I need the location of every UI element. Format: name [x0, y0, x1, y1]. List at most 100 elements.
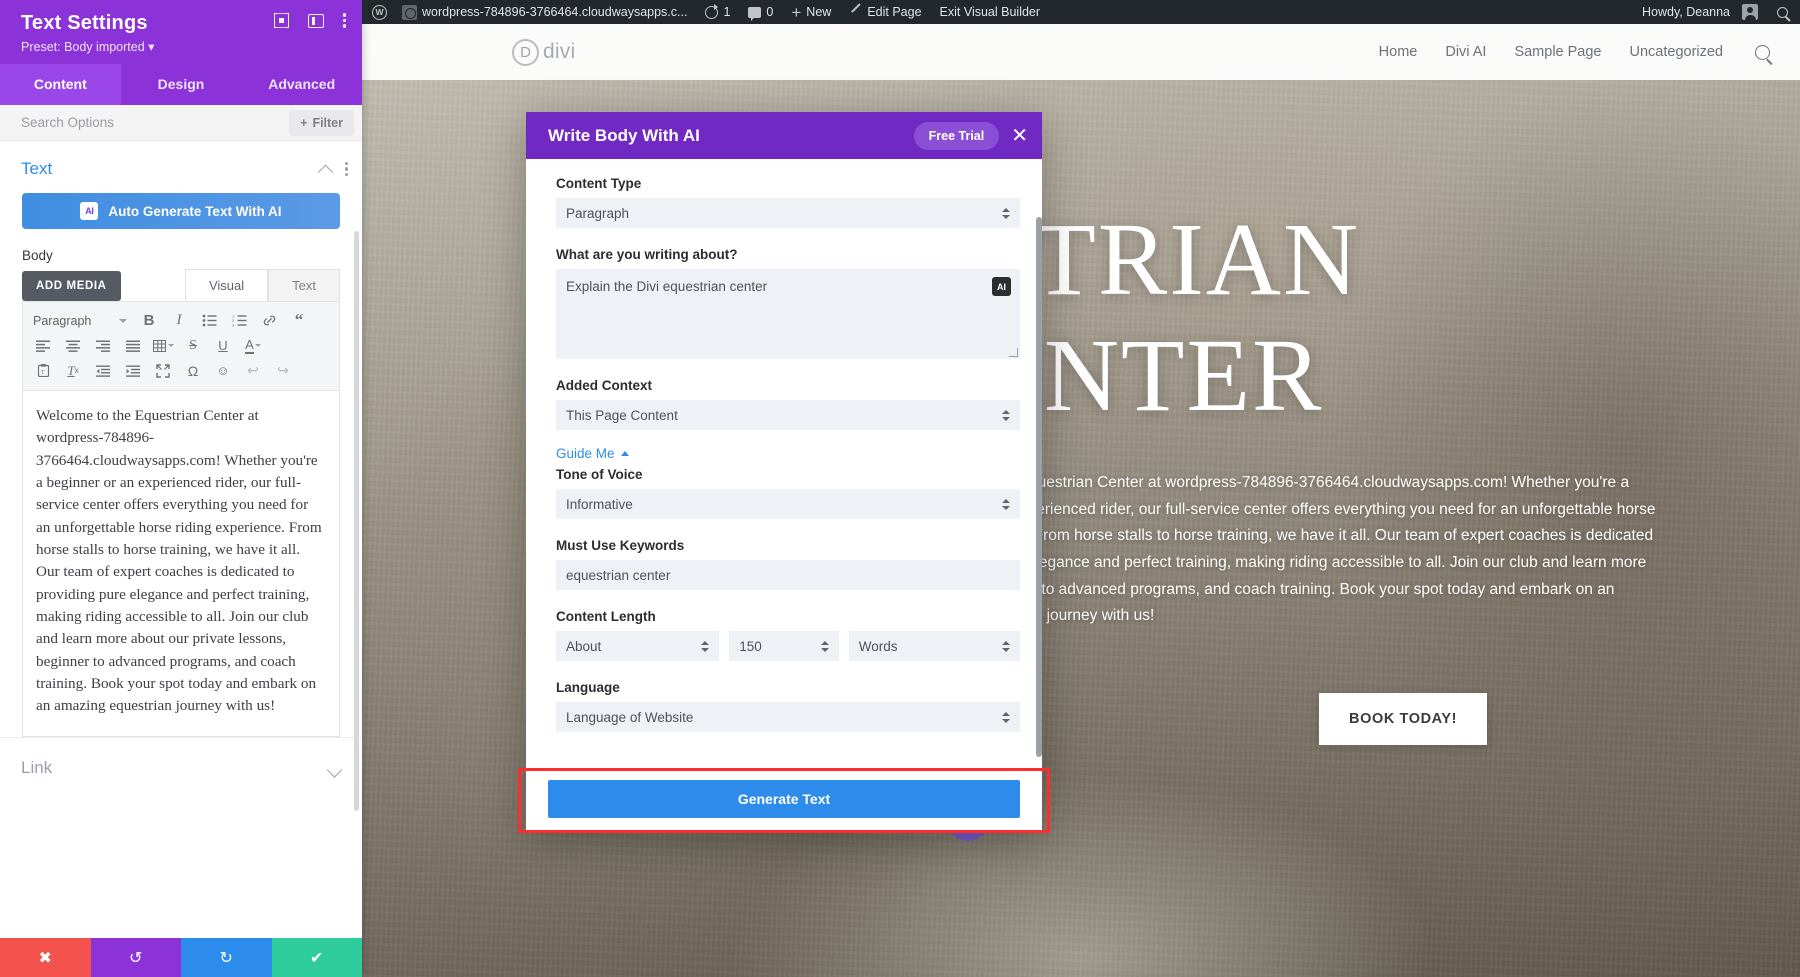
undo-button[interactable]: ↺	[91, 938, 182, 977]
panel-header: Text Settings Preset: Body imported ▾	[0, 0, 362, 64]
search-options-row[interactable]: Search Options + Filter	[0, 105, 362, 141]
chevron-down-icon: ▾	[148, 40, 154, 54]
free-trial-badge[interactable]: Free Trial	[914, 122, 1000, 150]
content-length-label: Content Length	[556, 609, 1020, 624]
link-section-header[interactable]: Link	[0, 737, 362, 800]
auto-generate-text-with-ai-button[interactable]: AI Auto Generate Text With AI	[22, 193, 340, 229]
align-left-icon[interactable]	[29, 334, 57, 358]
admin-bar-updates[interactable]: 1	[696, 0, 739, 24]
fullscreen-icon[interactable]	[149, 359, 177, 383]
save-changes-button[interactable]: ✔	[272, 938, 363, 977]
bulleted-list-icon[interactable]	[195, 309, 223, 333]
panel-header-actions[interactable]	[274, 13, 346, 28]
redo-button[interactable]: ↻	[181, 938, 272, 977]
table-icon[interactable]	[149, 334, 177, 358]
panel-footer[interactable]: ✖ ↺ ↻ ✔	[0, 938, 362, 977]
indent-icon[interactable]	[119, 359, 147, 383]
align-justify-icon[interactable]	[119, 334, 147, 358]
content-type-select[interactable]: Paragraph	[556, 198, 1020, 228]
italic-icon[interactable]: I	[165, 309, 193, 333]
tab-design[interactable]: Design	[121, 64, 242, 105]
numbered-list-icon[interactable]: 123	[225, 309, 253, 333]
added-context-select[interactable]: This Page Content	[556, 400, 1020, 430]
content-length-unit-select[interactable]: Words	[849, 631, 1020, 661]
tone-of-voice-select[interactable]: Informative	[556, 489, 1020, 519]
content-length-about-select[interactable]: About	[556, 631, 719, 661]
modal-scrollbar[interactable]	[1036, 217, 1042, 757]
text-color-icon[interactable]: A	[239, 334, 267, 358]
language-select[interactable]: Language of Website	[556, 702, 1020, 732]
special-character-icon[interactable]: Ω	[179, 359, 207, 383]
close-icon[interactable]: ✕	[1011, 126, 1028, 146]
text-section-header[interactable]: Text	[0, 141, 362, 191]
discard-changes-button[interactable]: ✖	[0, 938, 91, 977]
search-input[interactable]: Search Options	[0, 115, 289, 130]
select-arrows-icon	[1002, 208, 1010, 219]
admin-bar-exit-visual-builder[interactable]: Exit Visual Builder	[931, 0, 1050, 24]
undo-icon[interactable]: ↩	[239, 359, 267, 383]
strikethrough-icon[interactable]: S	[179, 334, 207, 358]
more-options-icon[interactable]	[343, 13, 346, 27]
panel-layout-icon[interactable]	[308, 14, 324, 28]
emoji-icon[interactable]: ☺	[209, 359, 237, 383]
panel-scrollbar[interactable]	[354, 231, 359, 811]
nav-item-sample-page[interactable]: Sample Page	[1514, 44, 1601, 60]
align-center-icon[interactable]	[59, 334, 87, 358]
nav-item-divi-ai[interactable]: Divi AI	[1445, 44, 1486, 60]
add-media-button[interactable]: ADD MEDIA	[22, 271, 121, 301]
clear-formatting-icon[interactable]: Tx	[59, 359, 87, 383]
bold-icon[interactable]: B	[135, 309, 163, 333]
ai-icon[interactable]: AI	[992, 277, 1011, 296]
admin-bar-right-group[interactable]: Howdy, Deanna	[1633, 0, 1800, 24]
tab-content[interactable]: Content	[0, 64, 121, 105]
admin-bar-search[interactable]	[1767, 0, 1800, 24]
outdent-icon[interactable]	[89, 359, 117, 383]
admin-bar-new[interactable]: + New	[782, 0, 840, 24]
site-logo[interactable]: D divi	[512, 39, 575, 66]
avatar	[1742, 4, 1758, 20]
admin-bar-wp-logo[interactable]	[362, 0, 393, 24]
nav-item-home[interactable]: Home	[1379, 44, 1418, 60]
format-select[interactable]: Paragraph	[29, 309, 133, 333]
body-text-editor[interactable]: Welcome to the Equestrian Center at word…	[22, 391, 340, 737]
ai-icon: AI	[80, 202, 98, 220]
focus-target-icon[interactable]	[274, 13, 289, 28]
admin-bar-comments[interactable]: 0	[739, 0, 782, 24]
filter-button[interactable]: + Filter	[289, 110, 354, 136]
writing-about-textarea[interactable]: Explain the Divi equestrian center AI	[556, 269, 1020, 359]
site-logo-text: divi	[543, 40, 575, 64]
generate-text-button[interactable]: Generate Text	[548, 780, 1020, 818]
editor-mode-tabs[interactable]: Visual Text	[185, 269, 340, 301]
nav-item-uncategorized[interactable]: Uncategorized	[1630, 44, 1724, 60]
stepper-arrows-icon[interactable]	[821, 641, 829, 652]
admin-bar-site-name[interactable]: wordpress-784896-3766464.cloudwaysapps.c…	[393, 0, 696, 24]
preset-dropdown[interactable]: Preset: Body imported ▾	[21, 39, 348, 54]
must-use-keywords-input[interactable]: equestrian center	[556, 560, 1020, 590]
admin-bar-edit-page[interactable]: Edit Page	[840, 0, 930, 24]
nav-search-icon[interactable]	[1755, 45, 1770, 60]
wordpress-admin-bar[interactable]: wordpress-784896-3766464.cloudwaysapps.c…	[362, 0, 1800, 24]
redo-icon[interactable]: ↪	[269, 359, 297, 383]
align-right-icon[interactable]	[89, 334, 117, 358]
select-arrows-icon	[1002, 712, 1010, 723]
panel-tabs[interactable]: Content Design Advanced	[0, 64, 362, 105]
resize-handle-icon[interactable]	[1009, 348, 1018, 357]
blockquote-icon[interactable]: “	[285, 309, 313, 333]
tab-advanced[interactable]: Advanced	[241, 64, 362, 105]
tab-visual[interactable]: Visual	[185, 269, 268, 301]
wordpress-logo-icon	[372, 5, 387, 20]
underline-icon[interactable]: U	[209, 334, 237, 358]
chevron-up-icon[interactable]	[318, 164, 334, 180]
site-nav[interactable]: Home Divi AI Sample Page Uncategorized	[1379, 44, 1770, 60]
paste-as-text-icon[interactable]: T	[29, 359, 57, 383]
chevron-down-icon[interactable]	[327, 762, 343, 778]
admin-bar-account[interactable]: Howdy, Deanna	[1633, 0, 1767, 24]
tab-text[interactable]: Text	[268, 269, 340, 301]
language-label: Language	[556, 680, 1020, 695]
link-icon[interactable]	[255, 309, 283, 333]
tinymce-toolbar[interactable]: Paragraph B I 123 “	[22, 301, 340, 391]
hero-cta-button[interactable]: BOOK TODAY!	[1319, 693, 1487, 745]
guide-me-toggle[interactable]: Guide Me	[556, 446, 1020, 461]
content-length-number-input[interactable]: 150	[729, 631, 839, 661]
section-more-icon[interactable]	[345, 162, 348, 176]
